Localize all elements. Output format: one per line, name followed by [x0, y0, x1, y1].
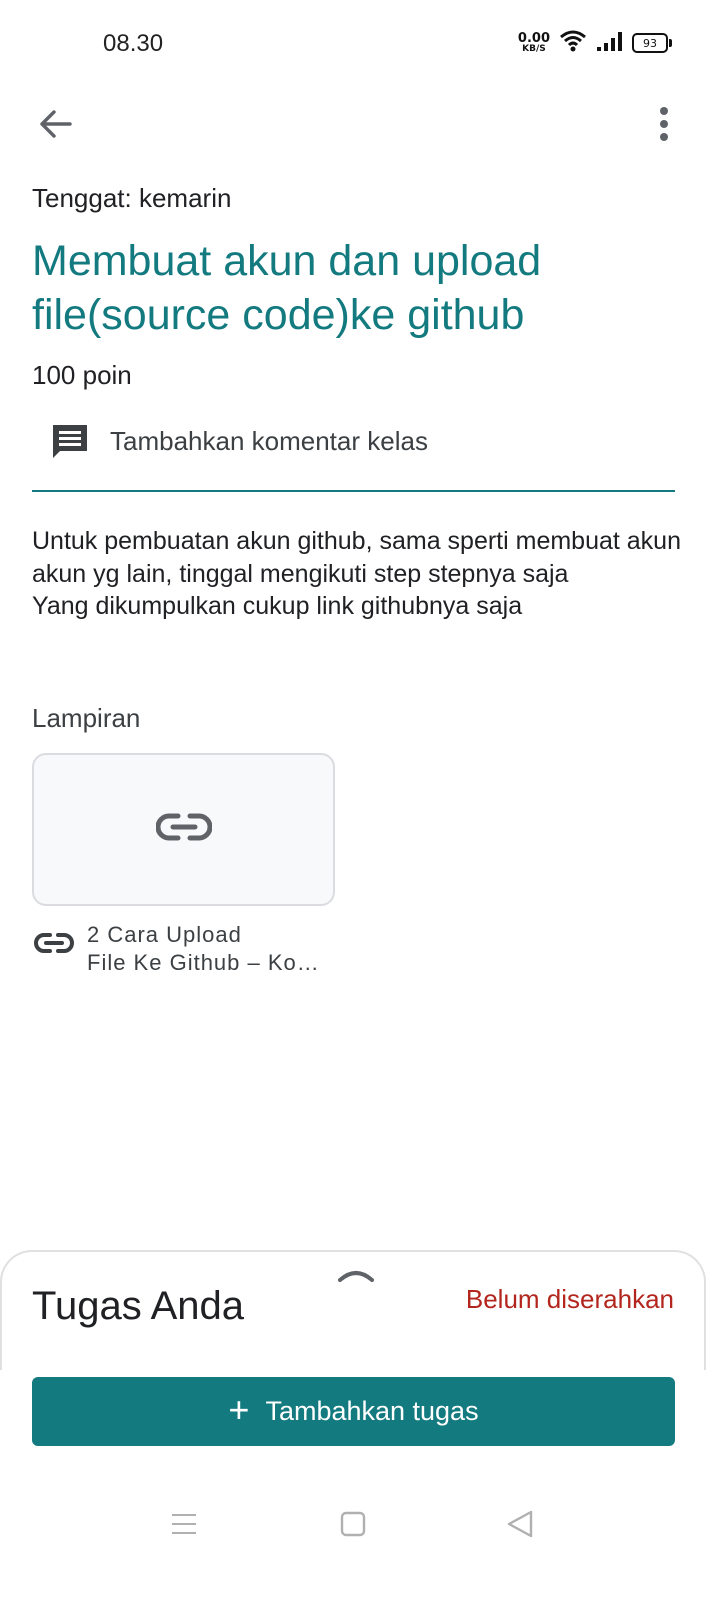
- menu-icon: [171, 1513, 197, 1540]
- nav-back-button[interactable]: [500, 1508, 540, 1544]
- system-nav-bar: [0, 1490, 720, 1560]
- net-speed: 0.00 KB/S: [518, 32, 550, 54]
- recents-button[interactable]: [164, 1508, 204, 1544]
- add-work-label: Tambahkan tugas: [265, 1396, 479, 1426]
- your-work-title: Tugas Anda: [32, 1284, 245, 1328]
- signal-icon: [596, 31, 622, 56]
- more-vert-icon: [659, 106, 669, 147]
- add-class-comment-button[interactable]: Tambahkan komentar kelas: [32, 408, 675, 492]
- assignment-title: Membuat akun dan upload file(source code…: [32, 237, 542, 339]
- comment-icon: [50, 422, 90, 467]
- status-bar: 08.30 0.00 KB/S 93: [0, 0, 720, 88]
- status-icons: 0.00 KB/S 93: [518, 28, 672, 58]
- home-button[interactable]: [333, 1508, 373, 1544]
- square-icon: [340, 1511, 366, 1542]
- status-time: 08.30: [103, 30, 164, 57]
- attachment-link[interactable]: 2 Cara Upload File Ke Github – Ko…: [32, 920, 335, 980]
- attachments-heading: Lampiran: [32, 703, 141, 733]
- net-speed-unit: KB/S: [522, 44, 546, 54]
- battery-level: 93: [643, 36, 657, 50]
- add-work-button[interactable]: + Tambahkan tugas: [32, 1377, 675, 1446]
- assignment-description: Untuk pembuatan akun github, sama sperti…: [32, 527, 681, 620]
- link-icon: [34, 932, 74, 959]
- attachment-thumbnail[interactable]: [32, 753, 335, 906]
- back-button[interactable]: [27, 98, 83, 154]
- add-class-comment-label: Tambahkan komentar kelas: [110, 426, 428, 456]
- link-icon: [155, 812, 212, 847]
- app-bar: [0, 88, 720, 164]
- your-work-sheet: Tugas Anda Belum diserahkan: [0, 1250, 706, 1370]
- wifi-icon: [560, 30, 586, 57]
- due-date: Tenggat: kemarin: [32, 183, 232, 213]
- submission-status: Belum diserahkan: [465, 1284, 674, 1314]
- more-options-button[interactable]: [636, 98, 692, 154]
- plus-icon: +: [228, 1388, 250, 1430]
- attachment-title: 2 Cara Upload File Ke Github – Ko…: [87, 922, 320, 975]
- triangle-back-icon: [506, 1509, 534, 1544]
- arrow-back-icon: [38, 109, 72, 144]
- points: 100 poin: [32, 360, 132, 390]
- expand-sheet-handle[interactable]: [336, 1264, 376, 1284]
- battery-icon: 93: [632, 33, 672, 53]
